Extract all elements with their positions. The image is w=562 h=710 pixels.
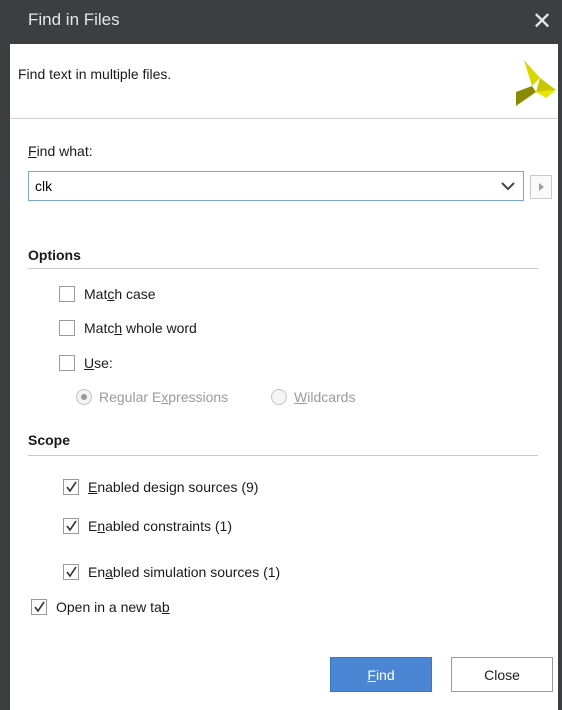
xilinx-logo-icon	[516, 60, 556, 106]
checkmark-icon	[66, 481, 77, 493]
open-in-new-tab-label: Open in a new tab	[56, 599, 170, 615]
mnemonic: U	[84, 355, 95, 371]
regex-radio[interactable]: Regular Expressions	[76, 389, 228, 405]
label-part: En	[88, 564, 106, 580]
label-part: abled constraints (1)	[105, 518, 232, 534]
close-button[interactable]: Close	[451, 657, 553, 692]
use-checkbox[interactable]: Use:	[59, 355, 113, 371]
wildcards-radio[interactable]: Wildcards	[271, 389, 355, 405]
dialog-header: Find text in multiple files.	[10, 44, 558, 119]
find-what-label: Find what:	[28, 143, 93, 159]
checkbox-box[interactable]	[31, 599, 47, 615]
label-part: Mat	[84, 286, 108, 302]
mnemonic: a	[105, 564, 113, 580]
mnemonic: F	[367, 666, 376, 683]
mnemonic: W	[294, 389, 308, 405]
checkbox-box[interactable]	[59, 286, 75, 302]
scope-divider	[28, 455, 538, 456]
use-label: Use:	[84, 355, 113, 371]
find-what-combobox[interactable]	[28, 171, 524, 201]
label-part: E	[88, 518, 98, 534]
dialog-title: Find in Files	[28, 10, 120, 29]
regex-label: Regular Expressions	[99, 389, 228, 405]
enabled-simulation-sources-label: Enabled simulation sources (1)	[88, 564, 280, 580]
mnemonic: h	[114, 320, 123, 336]
checkbox-box[interactable]	[63, 518, 79, 534]
radio-selected[interactable]	[76, 389, 92, 405]
label-part: se:	[94, 355, 113, 371]
match-case-checkbox[interactable]: Match case	[59, 286, 156, 302]
radio-unselected[interactable]	[271, 389, 287, 405]
label-part: ildcards	[307, 389, 356, 405]
label-part: Open in a new ta	[56, 599, 162, 615]
checkbox-box[interactable]	[63, 479, 79, 495]
open-in-new-tab-checkbox[interactable]: Open in a new tab	[31, 599, 170, 615]
find-what-mnemonic: F	[28, 143, 37, 159]
enabled-design-sources-checkbox[interactable]: Enabled design sources (9)	[63, 479, 258, 495]
checkbox-box[interactable]	[59, 320, 75, 336]
label-part: h case	[114, 286, 156, 302]
label-part: pressions	[168, 389, 229, 405]
chevron-down-icon[interactable]	[499, 176, 517, 196]
mnemonic: E	[88, 479, 98, 495]
match-whole-word-label: Match whole word	[84, 320, 197, 336]
options-heading: Options	[28, 247, 81, 263]
find-button[interactable]: Find	[330, 657, 432, 692]
dialog-description: Find text in multiple files.	[18, 66, 172, 82]
find-what-input[interactable]	[35, 176, 495, 196]
wildcards-label: Wildcards	[294, 389, 355, 405]
match-case-label: Match case	[84, 286, 156, 302]
label-part: Matc	[84, 320, 115, 336]
options-divider	[28, 268, 538, 269]
checkmark-icon	[34, 601, 45, 613]
label-part: bled simulation sources (1)	[112, 564, 281, 580]
label-part: whole word	[122, 320, 197, 336]
find-what-label-text: ind what:	[36, 143, 93, 159]
scope-heading: Scope	[28, 432, 71, 448]
label-part: Regular E	[99, 389, 162, 405]
mnemonic: b	[161, 599, 170, 615]
play-arrow-icon[interactable]	[530, 175, 552, 199]
enabled-constraints-label: Enabled constraints (1)	[88, 518, 232, 534]
enabled-design-sources-label: Enabled design sources (9)	[88, 479, 258, 495]
title-bar: Find in Files ✕	[0, 0, 562, 44]
close-icon[interactable]: ✕	[528, 8, 556, 36]
enabled-simulation-sources-checkbox[interactable]: Enabled simulation sources (1)	[63, 564, 280, 580]
checkbox-box[interactable]	[59, 355, 75, 371]
checkmark-icon	[66, 520, 77, 532]
checkmark-icon	[66, 566, 77, 578]
label-part: nabled design sources (9)	[97, 479, 259, 495]
checkbox-box[interactable]	[63, 564, 79, 580]
find-button-label: ind	[375, 666, 395, 683]
enabled-constraints-checkbox[interactable]: Enabled constraints (1)	[63, 518, 232, 534]
mnemonic: n	[97, 518, 106, 534]
match-whole-word-checkbox[interactable]: Match whole word	[59, 320, 197, 336]
